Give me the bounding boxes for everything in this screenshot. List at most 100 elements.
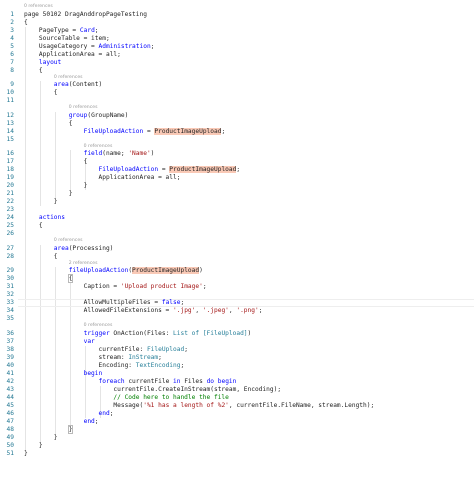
- code-line[interactable]: 31 Caption = 'Upload product Image';: [0, 283, 474, 291]
- code-lens-references[interactable]: 0 references: [0, 75, 474, 81]
- code-line[interactable]: 28 {: [0, 253, 474, 261]
- code-text[interactable]: stream: InStream;: [24, 354, 162, 362]
- code-lens-label[interactable]: 0 references: [84, 144, 113, 150]
- code-text[interactable]: currentFile.CreateInStream(stream, Encod…: [24, 386, 281, 394]
- code-text[interactable]: begin: [24, 370, 103, 378]
- code-text[interactable]: foreach currentFile in Files do begin: [24, 378, 237, 386]
- code-line[interactable]: 10 {: [0, 89, 474, 97]
- code-line[interactable]: 42 foreach currentFile in Files do begin: [0, 378, 474, 386]
- code-line[interactable]: 46 end;: [0, 410, 474, 418]
- code-text[interactable]: {: [24, 253, 58, 261]
- code-text[interactable]: area(Content): [24, 81, 102, 89]
- code-line[interactable]: 8 {: [0, 67, 474, 75]
- code-line[interactable]: 16 field(name; 'Name'): [0, 150, 474, 158]
- code-text[interactable]: {: [24, 19, 28, 27]
- code-line[interactable]: 37 var: [0, 338, 474, 346]
- code-line[interactable]: 45 Message('%1 has a length of %2', curr…: [0, 402, 474, 410]
- code-line[interactable]: 49 }: [0, 434, 474, 442]
- code-text[interactable]: AllowMultipleFiles = false;: [24, 299, 185, 307]
- code-line[interactable]: 39 stream: InStream;: [0, 354, 474, 362]
- code-text[interactable]: FileUploadAction = ProductImageUpload;: [24, 127, 225, 136]
- code-line[interactable]: 35: [0, 315, 474, 323]
- code-text[interactable]: actions: [24, 214, 65, 222]
- code-line[interactable]: 23: [0, 206, 474, 214]
- code-text[interactable]: end;: [24, 418, 99, 426]
- code-text[interactable]: trigger OnAction(Files: List of [FileUpl…: [24, 330, 252, 338]
- code-line[interactable]: 38 currentFile: FileUpload;: [0, 346, 474, 354]
- code-lens-label[interactable]: 0 references: [24, 4, 53, 10]
- code-text[interactable]: UsageCategory = Administration;: [24, 43, 155, 51]
- code-line[interactable]: 30 {: [0, 274, 474, 283]
- code-line[interactable]: 12 group(GroupName): [0, 112, 474, 120]
- code-text[interactable]: Encoding: TextEncoding;: [24, 362, 185, 370]
- code-text[interactable]: PageType = Card;: [24, 27, 99, 35]
- code-text[interactable]: }: [24, 198, 58, 206]
- code-text[interactable]: {: [24, 274, 74, 283]
- code-line[interactable]: 48 }: [0, 424, 474, 434]
- code-line[interactable]: 50 }: [0, 442, 474, 450]
- code-lens-references[interactable]: 0 references: [0, 238, 474, 244]
- code-text[interactable]: FileUploadAction = ProductImageUpload;: [24, 166, 240, 174]
- code-text[interactable]: }: [24, 424, 74, 434]
- code-line[interactable]: 2{: [0, 19, 474, 27]
- code-lens-label[interactable]: 0 references: [69, 105, 98, 111]
- code-line[interactable]: 14 FileUploadAction = ProductImageUpload…: [0, 127, 474, 136]
- code-line[interactable]: 9 area(Content): [0, 81, 474, 89]
- code-lens-references[interactable]: 0 references: [0, 105, 474, 111]
- code-text[interactable]: SourceTable = item;: [24, 35, 110, 43]
- code-text[interactable]: }: [24, 434, 58, 442]
- code-text[interactable]: page 50102 DragAnddropPageTesting: [24, 11, 147, 19]
- code-text[interactable]: ApplicationArea = all;: [24, 174, 181, 182]
- code-line[interactable]: 33 AllowMultipleFiles = false;: [0, 299, 474, 307]
- code-line[interactable]: 7 layout: [0, 59, 474, 67]
- code-line[interactable]: 20 }: [0, 182, 474, 190]
- code-text[interactable]: field(name; 'Name'): [24, 150, 155, 158]
- code-text[interactable]: // Code here to handle the file: [24, 394, 228, 402]
- code-text[interactable]: {: [24, 120, 73, 128]
- code-text[interactable]: var: [24, 338, 95, 346]
- code-line[interactable]: 27 area(Processing): [0, 245, 474, 253]
- code-line[interactable]: 4 SourceTable = item;: [0, 35, 474, 43]
- code-line[interactable]: 29 fileUploadAction(ProductImageUpload): [0, 267, 474, 275]
- code-lens-label[interactable]: 0 references: [84, 323, 113, 329]
- code-line[interactable]: 1 page 50102 DragAnddropPageTesting: [0, 11, 474, 19]
- code-text[interactable]: {: [24, 158, 88, 166]
- code-line[interactable]: 40 Encoding: TextEncoding;: [0, 362, 474, 370]
- code-line[interactable]: 36 trigger OnAction(Files: List of [File…: [0, 330, 474, 338]
- code-text[interactable]: layout: [24, 59, 61, 67]
- code-text[interactable]: AllowedFileExtensions = '.jpg', '.jpeg',…: [24, 307, 263, 315]
- code-text[interactable]: }: [24, 450, 28, 458]
- code-line[interactable]: 43 currentFile.CreateInStream(stream, En…: [0, 386, 474, 394]
- code-line[interactable]: 34 AllowedFileExtensions = '.jpg', '.jpe…: [0, 307, 474, 315]
- code-line[interactable]: 15: [0, 136, 474, 144]
- code-text[interactable]: {: [24, 89, 58, 97]
- code-line[interactable]: 44 // Code here to handle the file: [0, 394, 474, 402]
- code-line[interactable]: 51}: [0, 450, 474, 458]
- code-line[interactable]: 41 begin: [0, 370, 474, 378]
- code-line[interactable]: 22 }: [0, 198, 474, 206]
- code-lens-references[interactable]: 0 references: [0, 4, 474, 10]
- code-text[interactable]: ApplicationArea = all;: [24, 51, 121, 59]
- code-lens-label[interactable]: 0 references: [54, 238, 83, 244]
- code-line[interactable]: 26: [0, 230, 474, 238]
- code-text[interactable]: }: [24, 190, 73, 198]
- code-text[interactable]: currentFile: FileUpload;: [24, 346, 188, 354]
- code-text[interactable]: }: [24, 182, 88, 190]
- code-line[interactable]: 5 UsageCategory = Administration;: [0, 43, 474, 51]
- code-line[interactable]: 25 {: [0, 222, 474, 230]
- code-text[interactable]: Message('%1 has a length of %2', current…: [24, 402, 374, 410]
- code-text[interactable]: area(Processing): [24, 245, 114, 253]
- code-text[interactable]: group(GroupName): [24, 112, 129, 120]
- code-line[interactable]: 17 {: [0, 158, 474, 166]
- code-lens-label[interactable]: 0 references: [54, 75, 83, 81]
- code-line[interactable]: 24 actions: [0, 214, 474, 222]
- code-text[interactable]: Caption = 'Upload product Image';: [24, 283, 207, 291]
- code-text[interactable]: {: [24, 222, 43, 230]
- code-text[interactable]: }: [24, 442, 43, 450]
- code-lens-label[interactable]: 2 references: [69, 261, 98, 267]
- code-lens-references[interactable]: 0 references: [0, 323, 474, 329]
- code-lens-references[interactable]: 2 references: [0, 261, 474, 267]
- code-text[interactable]: {: [24, 67, 43, 75]
- code-line[interactable]: 32: [0, 291, 474, 299]
- code-line[interactable]: 18 FileUploadAction = ProductImageUpload…: [0, 166, 474, 174]
